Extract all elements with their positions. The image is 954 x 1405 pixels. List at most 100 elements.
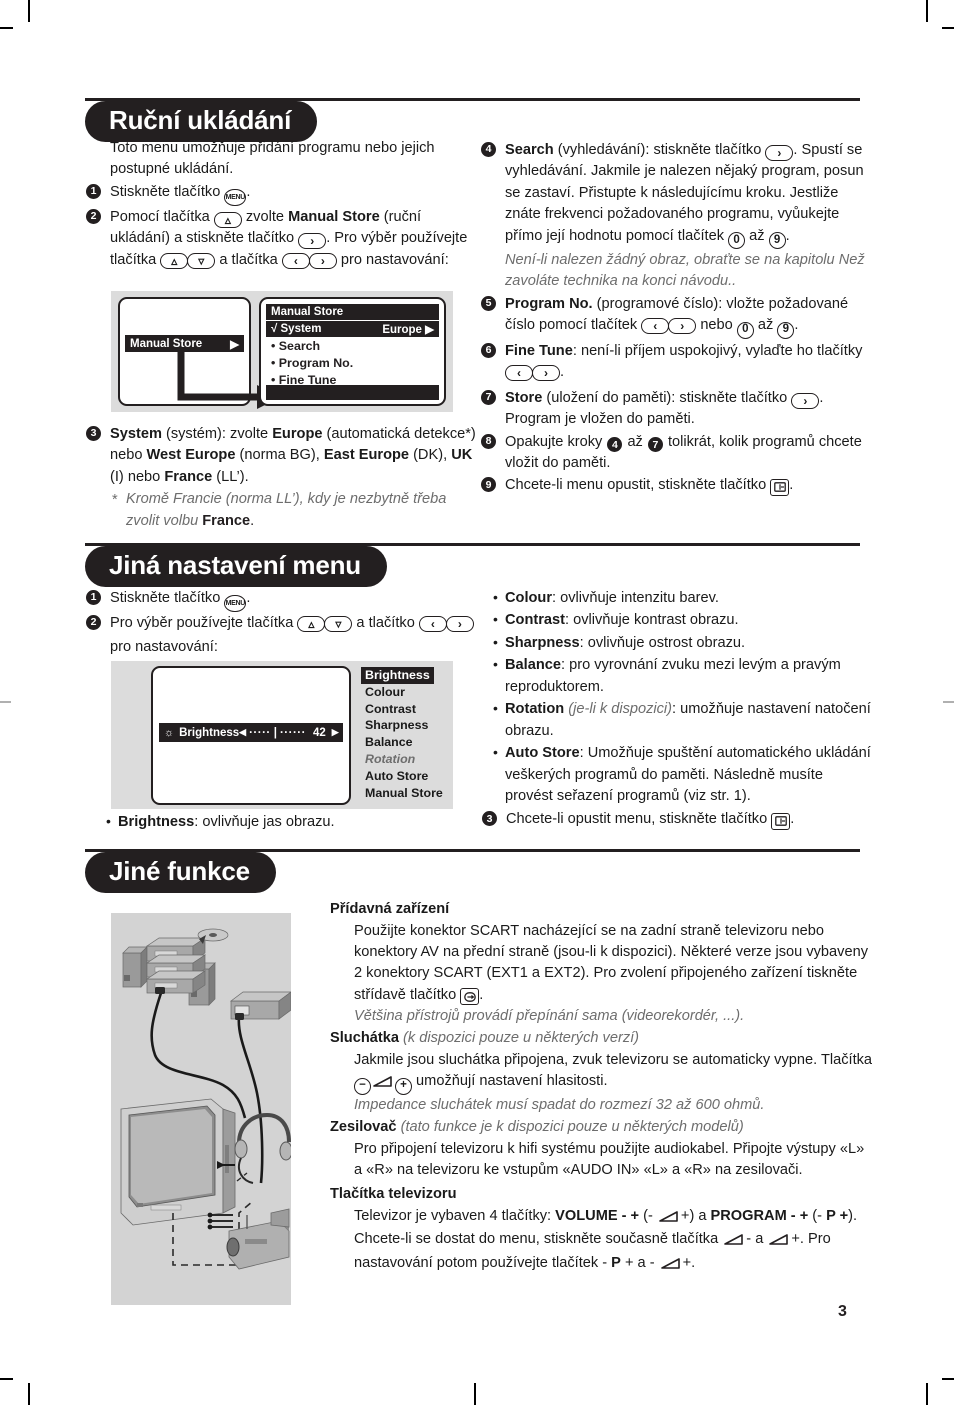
gauge-right: ······	[279, 726, 306, 739]
right-arrow-button-icon: ›	[298, 233, 327, 250]
system-label: System	[110, 426, 162, 442]
section1-right-column: 4 Search (vyhledávání): stiskněte tlačítk…	[481, 140, 871, 498]
right-arrow-button-icon: ›	[308, 252, 337, 269]
section2-right-column: Colour: ovlivňuje intenzitu barev. Contr…	[482, 587, 874, 832]
step-text-b: zvolte	[241, 208, 289, 225]
down-arrow-button-icon: ▿	[187, 252, 216, 269]
picture-settings-diagram: ☼ Brightness ◀ ····· | ······ 42 ▶ Brightn…	[111, 661, 453, 809]
osd-item-label: Manual Store	[130, 337, 203, 350]
bullet-term: Auto Store	[505, 745, 580, 762]
crop-mark-bottom-left-vertical	[28, 1383, 30, 1405]
registration-mark-right	[943, 701, 954, 703]
menu-item: Auto Store	[361, 768, 451, 785]
step-text-d: .	[794, 317, 799, 334]
body-b: (-	[639, 1208, 657, 1225]
down-arrow-button-icon: ▿	[324, 616, 353, 632]
osd-footer-bar	[266, 385, 439, 400]
digit-9-button-icon: 9	[777, 321, 795, 339]
topic-body-headphones: Jakmile jsou sluchátka připojena, zvuk t…	[330, 1050, 875, 1095]
section1-left-column: Toto menu umožňuje přidání programu nebo…	[86, 138, 476, 275]
menu-button-icon: MENU	[224, 188, 247, 206]
osd-menu-row-system: √ System Europe ▶	[266, 321, 439, 337]
step-2: 2 Pro výběr používejte tlačítka ▵ ▿ a tlač…	[86, 613, 476, 659]
topic-heading-text: Sluchátka	[330, 1029, 399, 1046]
topic-heading-text: Přídavná zařízení	[330, 901, 450, 917]
body-c: +) a	[680, 1208, 711, 1225]
bullet-term: Rotation	[505, 701, 565, 718]
topic-heading-headphones: Sluchátka (k dispozici pouze u některých…	[330, 1028, 875, 1049]
menu-item-label-colour: Colour	[365, 684, 405, 699]
step-4-note: Není-li nalezen žádný obraz, obraťte se …	[505, 252, 865, 290]
osd-brightness-bar: ☼ Brightness ◀ ····· | ······ 42 ▶	[159, 723, 343, 742]
right-arrow-button-icon: ›	[791, 392, 820, 409]
bullet-rotation: Rotation (je-li k dispozici): umožňuje n…	[492, 698, 874, 742]
program-label: PROGRAM - +	[710, 1208, 809, 1225]
step-text-d: (DK),	[409, 447, 452, 464]
step-text-a: Chcete-li menu opustit, stiskněte tlačít…	[505, 477, 771, 494]
step-3-footnote: Kromě Francie (norma LL’), kdy je nezbyt…	[110, 489, 476, 532]
digit-0-button-icon: 0	[736, 321, 754, 339]
volume-icon	[769, 1231, 789, 1252]
step-number: 3	[86, 426, 101, 441]
osd-row-value: Europe	[382, 324, 422, 336]
manual-store-diagram: Manual Store ▶ Manual Store √ System Eur…	[111, 291, 453, 412]
picture-menu-list: Brightness Colour Contrast Sharpness Bal…	[361, 667, 451, 801]
bullet-contrast: Contrast: ovlivňuje kontrast obrazu.	[492, 609, 874, 631]
section3-text-column: Přídavná zařízení Použijte konektor SCAR…	[330, 899, 875, 1276]
connections-illustration	[111, 913, 293, 1305]
menu-item: Brightness	[361, 667, 451, 684]
fine-tune-label: Fine Tune	[505, 342, 573, 359]
menu-item-label-sharpness: Sharpness	[365, 718, 429, 733]
step-3: 3 Chcete-li opustit menu, stiskněte tlačí…	[482, 809, 874, 830]
west-europe-label: West Europe	[146, 447, 236, 464]
bullet-auto-store: Auto Store: Umožňuje spuštění automatick…	[492, 742, 874, 807]
menu-exit-button-icon	[771, 812, 791, 830]
section1-left-step3: 3 System (systém): zvolte Europe (automat…	[86, 424, 476, 532]
osd-title-label: Manual Store	[271, 306, 344, 318]
step-text-a: Pro výběr používejte tlačítka	[110, 615, 298, 631]
right-arrow-button-icon: ›	[445, 616, 474, 632]
step-text: Stiskněte tlačítko	[110, 183, 225, 200]
section2-left-column: 1 Stiskněte tlačítko MENU. 2 Pro výběr pou…	[86, 588, 476, 660]
page-number: 3	[838, 1303, 847, 1320]
step-number: 7	[481, 389, 496, 405]
p-label: P	[611, 1254, 621, 1271]
east-europe-label: East Europe	[323, 447, 410, 464]
body-f: - a	[746, 1231, 768, 1248]
step-text-c: až	[753, 317, 778, 334]
step-text-b: .	[560, 364, 565, 381]
bullet-term: Brightness	[118, 814, 195, 830]
brightness-sun-icon: ☼	[164, 726, 175, 739]
body-a: Televizor je vybaven 4 tlačítky:	[354, 1208, 556, 1225]
footnote-text-c: .	[250, 512, 255, 529]
search-label: Search	[505, 142, 554, 158]
topic-body-text-b: .	[479, 986, 484, 1003]
topic-heading-tv-buttons: Tlačítka televizoru	[330, 1184, 875, 1205]
step-number: 3	[482, 811, 497, 827]
step-text-c: (norma BG),	[235, 447, 324, 464]
volume-label: VOLUME - +	[555, 1208, 640, 1225]
program-no-label: Program No.	[505, 295, 593, 312]
left-arrow-icon: ◀	[239, 727, 247, 737]
section2-left-bullet: Brightness: ovlivňuje jas obrazu.	[105, 811, 475, 834]
footnote-text-a: Kromě Francie (norma LL’), kdy je nezbyt…	[126, 491, 447, 529]
right-arrow-button-icon: ›	[532, 365, 560, 382]
step-text-c: až	[745, 227, 769, 244]
step-text-a: (vyhledávání): stiskněte tlačítko	[553, 142, 766, 158]
volume-icon	[659, 1208, 679, 1229]
body-i: +.	[682, 1254, 696, 1271]
registration-mark-left	[0, 701, 11, 703]
menu-item-label-contrast: Contrast	[365, 701, 416, 716]
step-3: 3 System (systém): zvolte Europe (automat…	[86, 424, 476, 488]
osd-list-item-label: Search	[278, 339, 321, 353]
osd-row-right: Europe ▶	[382, 322, 434, 336]
step-number: 5	[481, 295, 496, 311]
bullet-balance: Balance: pro vyrovnání zvuku mezi levým …	[492, 654, 874, 698]
bullet-icon: •	[271, 339, 276, 353]
left-right-button-pair-icon: ‹ ›	[641, 318, 697, 339]
step-text-b: .	[789, 477, 794, 494]
up-down-button-pair-icon: ▵ ▿	[297, 616, 353, 637]
menu-button-icon: MENU	[224, 595, 247, 612]
uk-label: UK	[451, 447, 473, 464]
bullet-term: Contrast	[505, 612, 565, 629]
